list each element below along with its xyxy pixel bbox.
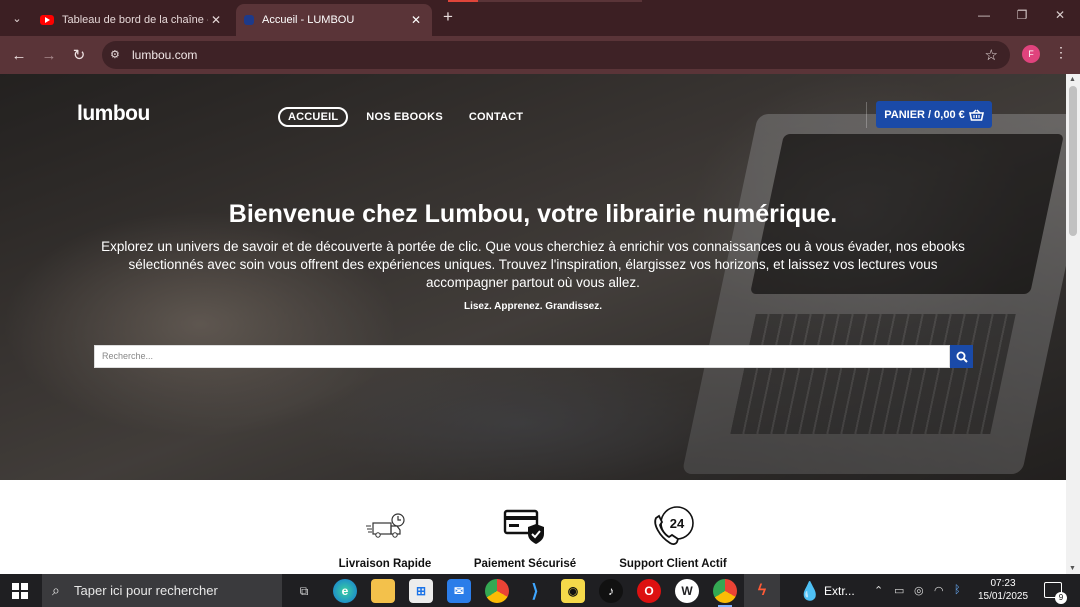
mail-icon[interactable]: ✉: [447, 579, 471, 603]
loading-indicator: [448, 0, 642, 2]
show-hidden-icons-icon[interactable]: ⌃: [874, 584, 883, 597]
clock-date: 15/01/2025: [977, 591, 1029, 602]
meet-now-icon[interactable]: ◎: [914, 584, 924, 597]
nav-nos-ebooks[interactable]: NOS EBOOKS: [358, 109, 451, 125]
hero-tagline: Lisez. Apprenez. Grandissez.: [463, 301, 602, 312]
search-button[interactable]: [950, 345, 973, 368]
chrome-icon[interactable]: [713, 579, 737, 603]
feature-delivery: Livraison Rapide: [310, 504, 460, 570]
minimize-icon[interactable]: —: [974, 8, 994, 22]
microsoft-store-icon[interactable]: ⊞: [409, 579, 433, 603]
system-clock[interactable]: 07:23 15/01/2025: [972, 577, 1034, 603]
site-settings-icon[interactable]: ⚙: [110, 48, 124, 62]
weather-widget-label[interactable]: Extr...: [824, 584, 855, 598]
cart-button[interactable]: PANIER / 0,00 €: [876, 101, 992, 128]
delivery-truck-icon: [310, 504, 460, 548]
tab-title: Tableau de bord de la chaîne -: [62, 14, 208, 26]
chrome-profile-icon[interactable]: [485, 579, 509, 603]
edge-browser-icon[interactable]: e: [333, 579, 357, 603]
bolt-app-icon[interactable]: ϟ: [750, 579, 774, 603]
battery-icon[interactable]: ▭: [894, 584, 904, 597]
hero-section: lumbou ACCUEIL NOS EBOOKS CONTACT PANIER…: [0, 74, 1066, 480]
scrollbar-thumb[interactable]: [1069, 86, 1077, 236]
profile-avatar[interactable]: F: [1022, 45, 1040, 63]
scroll-down-icon[interactable]: ▼: [1069, 565, 1076, 572]
features-section: Livraison Rapide Paiement Sécurisé 24 Su…: [0, 480, 1066, 574]
lumbou-favicon: [244, 15, 254, 25]
wifi-icon[interactable]: ◠: [934, 584, 944, 597]
new-tab-button[interactable]: +: [438, 7, 458, 27]
notification-center-icon[interactable]: 9: [1044, 582, 1067, 604]
bookmark-star-icon[interactable]: ☆: [985, 46, 998, 64]
feature-label: Support Client Actif: [619, 558, 727, 570]
main-nav: ACCUEIL NOS EBOOKS CONTACT: [278, 107, 531, 127]
scroll-up-icon[interactable]: ▲: [1069, 76, 1076, 83]
youtube-icon: [40, 15, 54, 25]
close-tab-icon[interactable]: ✕: [408, 13, 424, 27]
basket-icon: [968, 109, 984, 121]
feature-label: Paiement Sécurisé: [473, 558, 577, 570]
tab-lumbou-home[interactable]: Accueil - LUMBOU ✕: [236, 4, 432, 36]
notification-count: 9: [1055, 592, 1067, 604]
task-view-icon[interactable]: ⧉: [292, 579, 316, 603]
forward-button[interactable]: →: [39, 45, 59, 65]
tab-title: Accueil - LUMBOU: [262, 14, 355, 26]
wordpress-icon[interactable]: W: [675, 579, 699, 603]
browser-menu-icon[interactable]: ⋮: [1054, 44, 1068, 61]
cart-label: PANIER / 0,00 €: [884, 108, 965, 121]
vscode-icon[interactable]: ⟩: [523, 579, 547, 603]
nav-contact[interactable]: CONTACT: [461, 109, 531, 125]
tab-search-button[interactable]: ⌄: [6, 7, 28, 29]
browser-tab-strip: ⌄ Tableau de bord de la chaîne - ✕ Accue…: [0, 0, 1080, 36]
search-icon: ⌕: [52, 582, 60, 598]
tiktok-icon[interactable]: ♪: [599, 579, 623, 603]
search-icon: [956, 351, 968, 363]
page-scrollbar[interactable]: ▲ ▼: [1066, 74, 1080, 574]
reload-button[interactable]: ↻: [69, 45, 89, 65]
notes-app-icon[interactable]: ◉: [561, 579, 585, 603]
bluetooth-icon[interactable]: ᛒ: [954, 584, 961, 596]
header-divider: [866, 102, 867, 128]
address-bar[interactable]: ⚙ lumbou.com ☆: [102, 41, 1010, 69]
hero-title: Bienvenue chez Lumbou, votre librairie n…: [228, 200, 838, 228]
tab-youtube-dashboard[interactable]: Tableau de bord de la chaîne - ✕: [32, 4, 232, 36]
feature-payment: Paiement Sécurisé: [450, 504, 600, 570]
feature-label: Livraison Rapide: [338, 558, 432, 570]
url-text: lumbou.com: [132, 48, 198, 62]
secure-card-icon: [450, 504, 600, 548]
clock-time: 07:23: [990, 578, 1016, 589]
svg-text:24: 24: [670, 516, 685, 531]
water-drop-icon[interactable]: 💧: [798, 579, 822, 603]
taskbar-search-box[interactable]: ⌕ Taper ici pour rechercher: [42, 574, 282, 607]
hero-description: Explorez un univers de savoir et de déco…: [101, 239, 965, 290]
window-close-icon[interactable]: ✕: [1050, 8, 1070, 22]
page-viewport: lumbou ACCUEIL NOS EBOOKS CONTACT PANIER…: [0, 74, 1066, 574]
opera-icon[interactable]: O: [637, 579, 661, 603]
site-logo[interactable]: lumbou: [77, 102, 150, 126]
back-button[interactable]: ←: [9, 45, 29, 65]
file-explorer-icon[interactable]: [371, 579, 395, 603]
browser-toolbar: ← → ↻ ⚙ lumbou.com ☆ F ⋮: [0, 36, 1080, 74]
phone-24-icon: 24: [598, 504, 748, 548]
nav-accueil[interactable]: ACCUEIL: [278, 107, 349, 127]
close-tab-icon[interactable]: ✕: [208, 13, 224, 27]
search-placeholder: Recherche...: [102, 351, 154, 361]
search-input[interactable]: Recherche...: [94, 345, 950, 368]
windows-taskbar: ⌕ Taper ici pour rechercher ⧉ e ⊞ ✉ ⟩ ◉ …: [0, 574, 1080, 607]
feature-support: 24 Support Client Actif: [598, 504, 748, 570]
restore-icon[interactable]: ❐: [1012, 8, 1032, 22]
taskbar-search-placeholder: Taper ici pour rechercher: [74, 583, 218, 598]
windows-start-button[interactable]: [12, 583, 28, 599]
